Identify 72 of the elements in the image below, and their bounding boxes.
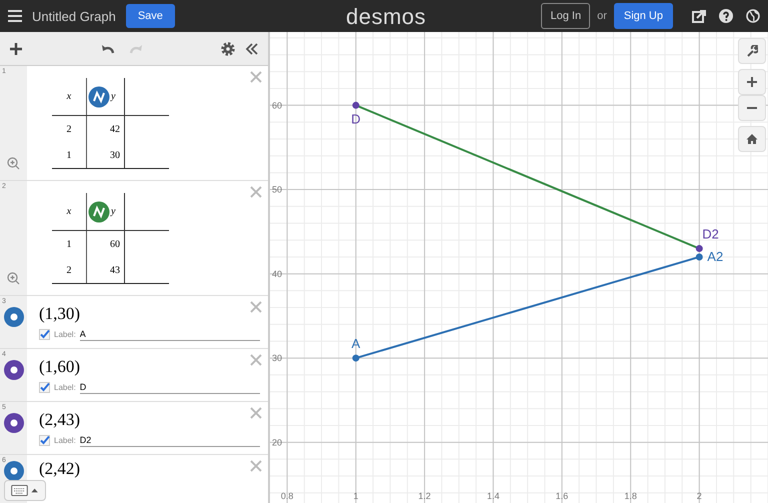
table-cell[interactable]: 1 (52, 230, 86, 257)
logo: desmos (346, 4, 426, 30)
point-label: A (352, 336, 360, 352)
point-expression[interactable]: (1,30) (39, 304, 268, 324)
zoom-fit-icon[interactable] (7, 272, 20, 285)
point-expression[interactable]: (1,60) (39, 357, 268, 377)
globe-icon[interactable] (746, 9, 760, 23)
point-style-icon[interactable] (2, 412, 24, 434)
y-tick-label: 30 (272, 353, 282, 364)
line-style-icon[interactable] (88, 86, 110, 108)
label-caption: Label: (54, 436, 76, 445)
y-tick-label: 60 (272, 100, 282, 110)
point-style-icon[interactable] (2, 359, 24, 381)
x-tick-label: 1.6 (556, 491, 568, 501)
save-button[interactable]: Save (126, 4, 175, 28)
point-label: D2 (702, 226, 719, 242)
x-tick-label: 1.8 (624, 491, 637, 501)
signup-button[interactable]: Sign Up (614, 3, 673, 29)
point (352, 354, 360, 362)
table-cell[interactable]: 60 (86, 230, 124, 257)
menu-icon[interactable] (8, 10, 22, 22)
keyboard-icon (11, 485, 39, 496)
help-icon[interactable] (719, 9, 733, 23)
label-caption: Label: (54, 330, 76, 339)
table-cell[interactable]: 30 (86, 142, 124, 168)
column-header: y (111, 91, 116, 102)
table-cell[interactable]: 42 (86, 116, 124, 142)
label-field[interactable]: D2 (80, 434, 260, 447)
x-tick-label: 2 (696, 491, 702, 501)
login-button[interactable]: Log In (541, 3, 590, 29)
x-tick-label: 1.4 (486, 491, 500, 501)
y-tick-label: 40 (272, 268, 282, 279)
home-icon (746, 133, 758, 145)
column-header: y (111, 206, 116, 217)
label-checkbox[interactable] (39, 329, 50, 340)
point-style-icon[interactable] (2, 306, 24, 328)
zoom-in-button[interactable] (738, 69, 766, 95)
table-cell[interactable]: 43 (86, 257, 124, 284)
table-cell[interactable]: 1 (52, 142, 86, 168)
x-tick-label: 1.2 (418, 491, 431, 501)
zoom-fit-icon[interactable] (7, 157, 20, 170)
keyboard-button[interactable] (4, 480, 46, 501)
label-field[interactable]: D (80, 381, 260, 394)
y-tick-label: 50 (272, 184, 282, 195)
line-style-icon[interactable] (88, 200, 110, 222)
x-tick-label: 0.8 (280, 491, 294, 501)
collapse-icon[interactable] (244, 40, 260, 56)
y-tick-label: 20 (272, 437, 282, 448)
x-tick-label: 1 (353, 491, 358, 501)
point (696, 253, 703, 260)
point-expression[interactable]: (2,42) (39, 459, 268, 479)
point-label: D (351, 111, 361, 126)
label-field[interactable]: A (80, 328, 260, 341)
home-button[interactable] (738, 126, 766, 152)
share-icon[interactable] (692, 9, 706, 23)
label-checkbox[interactable] (39, 382, 50, 393)
or-text: or (597, 10, 607, 22)
column-header: x (52, 193, 86, 230)
table-cell[interactable]: 2 (52, 257, 86, 284)
label-caption: Label: (54, 383, 76, 392)
settings-wrench-button[interactable] (738, 38, 766, 64)
point-expression[interactable]: (2,43) (39, 410, 268, 430)
plus-icon (746, 76, 758, 88)
label-checkbox[interactable] (39, 435, 50, 446)
point-label: A2 (707, 248, 724, 264)
graph-title[interactable]: Untitled Graph (32, 8, 116, 24)
table-cell[interactable]: 2 (52, 116, 86, 142)
zoom-out-button[interactable] (738, 95, 766, 121)
column-header: x (52, 78, 86, 116)
add-icon[interactable] (8, 40, 24, 56)
settings-icon[interactable] (220, 40, 236, 56)
wrench-icon (746, 45, 758, 57)
